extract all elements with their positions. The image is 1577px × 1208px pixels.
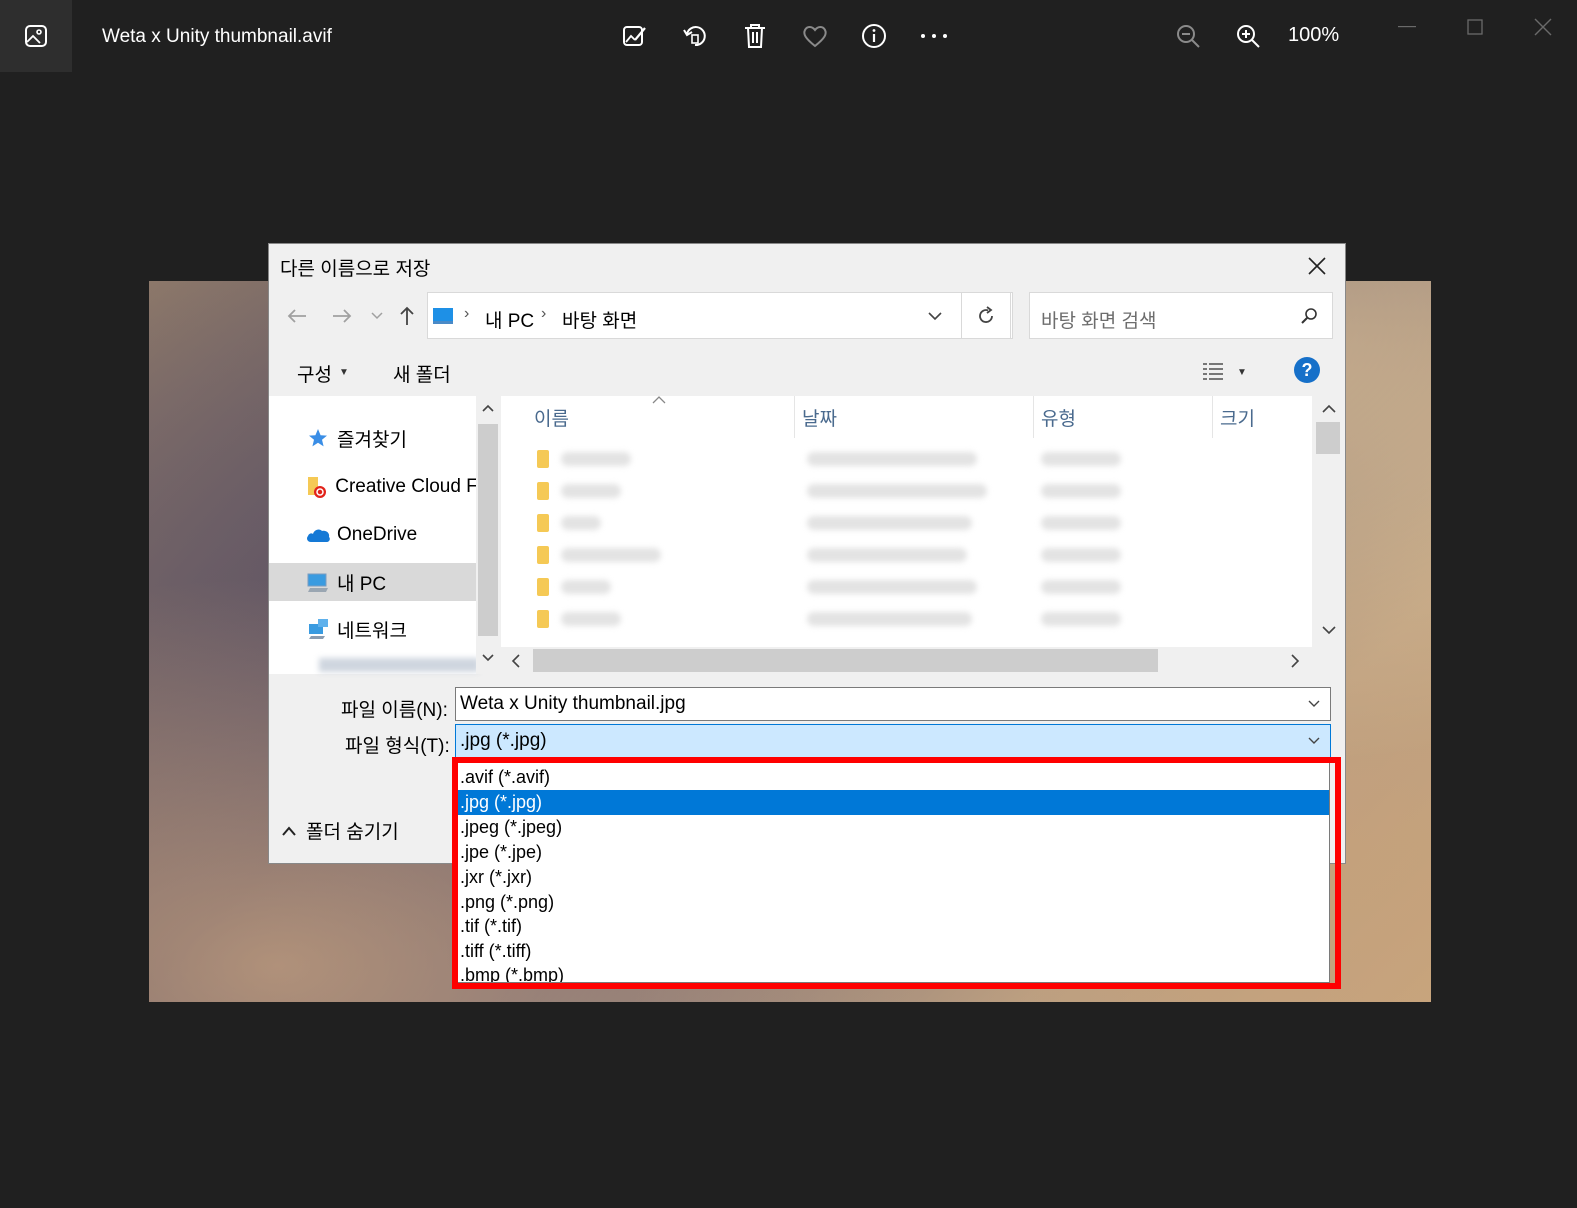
nav-item-network[interactable]: 네트워크 xyxy=(269,610,476,648)
scroll-thumb[interactable] xyxy=(533,649,1158,672)
column-header-size[interactable]: 크기 xyxy=(1220,404,1255,431)
dialog-title: 다른 이름으로 저장 xyxy=(280,259,431,280)
view-options-icon[interactable] xyxy=(1202,361,1224,381)
hide-folders-label: 폴더 숨기기 xyxy=(306,822,399,843)
folder-icon xyxy=(537,514,549,532)
nav-item-creative-cloud[interactable]: Creative Cloud Fil xyxy=(269,468,476,506)
more-options-icon[interactable] xyxy=(918,20,950,52)
folder-icon xyxy=(537,482,549,500)
nav-item-onedrive[interactable]: OneDrive xyxy=(269,516,476,554)
hide-folders-toggle[interactable]: 폴더 숨기기 xyxy=(281,817,399,844)
dialog-toolbar: 구성 ▼ 새 폴더 ▼ ? xyxy=(269,347,1345,395)
address-bar[interactable]: › 내 PC › 바탕 화면 xyxy=(427,292,1013,339)
refresh-icon xyxy=(979,305,993,323)
chevron-up-icon xyxy=(282,825,296,836)
organize-dropdown-icon: ▼ xyxy=(339,367,349,378)
chevron-down-icon[interactable] xyxy=(1308,737,1320,745)
search-placeholder: 바탕 화면 검색 xyxy=(1041,311,1157,332)
creative-cloud-folder-icon xyxy=(305,474,329,500)
photos-app-icon[interactable] xyxy=(0,0,72,72)
minimize-icon[interactable] xyxy=(1394,14,1420,40)
scroll-up-chevron-icon[interactable] xyxy=(482,404,494,412)
red-highlight-box xyxy=(452,757,1341,989)
zoom-level[interactable]: 100% xyxy=(1288,24,1339,47)
column-divider xyxy=(1212,396,1213,438)
file-title: Weta x Unity thumbnail.avif xyxy=(102,26,332,47)
info-icon[interactable] xyxy=(858,20,890,52)
maximize-icon[interactable] xyxy=(1462,14,1488,40)
dialog-close-icon[interactable] xyxy=(1303,252,1331,280)
forward-arrow-icon[interactable] xyxy=(328,302,356,330)
back-arrow-icon[interactable] xyxy=(283,302,311,330)
breadcrumb-separator-icon: › xyxy=(541,305,547,322)
star-icon xyxy=(305,425,331,451)
scroll-down-chevron-icon[interactable] xyxy=(1322,626,1336,635)
search-icon[interactable] xyxy=(1300,307,1318,325)
column-header-name[interactable]: 이름 xyxy=(534,404,569,431)
sort-ascending-icon xyxy=(652,396,666,404)
breadcrumb-separator-icon: › xyxy=(464,305,470,322)
view-dropdown-icon[interactable]: ▼ xyxy=(1237,367,1247,378)
nav-item-label: 내 PC xyxy=(337,573,387,595)
column-header-date[interactable]: 날짜 xyxy=(802,404,837,431)
recent-locations-chevron-icon[interactable] xyxy=(363,302,391,330)
filetype-value: .jpg (*.jpg) xyxy=(460,730,547,751)
filename-value: Weta x Unity thumbnail.jpg xyxy=(460,693,686,714)
scroll-up-chevron-icon[interactable] xyxy=(1322,404,1336,413)
column-header-type[interactable]: 유형 xyxy=(1041,404,1076,431)
nav-item-my-pc[interactable]: 내 PC xyxy=(269,563,476,601)
filename-label: 파일 이름(N): xyxy=(341,700,448,721)
folder-icon xyxy=(537,450,549,468)
folder-icon xyxy=(537,578,549,596)
scroll-thumb[interactable] xyxy=(1316,422,1340,454)
nav-item-label: 즐겨찾기 xyxy=(337,429,407,451)
image-icon xyxy=(25,25,47,47)
scroll-right-chevron-icon[interactable] xyxy=(1291,654,1300,668)
chevron-down-icon[interactable] xyxy=(1308,700,1320,708)
address-dropdown-chevron-icon[interactable] xyxy=(928,312,942,321)
nav-item-label: 네트워크 xyxy=(337,620,407,642)
edit-image-icon[interactable] xyxy=(619,20,651,52)
filename-input[interactable]: Weta x Unity thumbnail.jpg xyxy=(455,687,1331,721)
delete-icon[interactable] xyxy=(739,20,771,52)
filetype-label: 파일 형식(T): xyxy=(345,736,450,757)
nav-item-favorites[interactable]: 즐겨찾기 xyxy=(269,419,476,457)
navigation-scrollbar[interactable] xyxy=(476,396,500,674)
computer-icon xyxy=(305,569,331,595)
nav-item-label: OneDrive xyxy=(337,524,418,545)
nav-item-label: Creative Cloud Fil xyxy=(335,476,476,497)
scroll-left-chevron-icon[interactable] xyxy=(511,654,520,668)
rotate-icon[interactable] xyxy=(679,20,711,52)
onedrive-cloud-icon xyxy=(305,522,331,548)
column-divider xyxy=(1033,396,1034,438)
desktop-icon xyxy=(433,308,453,324)
column-divider xyxy=(794,396,795,438)
file-list-horizontal-scrollbar[interactable] xyxy=(501,647,1345,674)
blurred-nav-item xyxy=(319,658,479,672)
breadcrumb-desktop[interactable]: 바탕 화면 xyxy=(562,306,637,333)
organize-button[interactable]: 구성 xyxy=(297,360,332,387)
scroll-thumb[interactable] xyxy=(478,424,498,636)
scroll-down-chevron-icon[interactable] xyxy=(482,654,494,662)
zoom-out-icon[interactable] xyxy=(1172,20,1204,52)
zoom-in-icon[interactable] xyxy=(1232,20,1264,52)
refresh-button[interactable] xyxy=(961,292,1011,339)
breadcrumb-my-pc[interactable]: 내 PC xyxy=(485,306,534,333)
search-box[interactable]: 바탕 화면 검색 xyxy=(1029,292,1333,339)
folder-icon xyxy=(537,546,549,564)
new-folder-button[interactable]: 새 폴더 xyxy=(393,360,451,387)
network-icon xyxy=(305,616,331,642)
filetype-select[interactable]: .jpg (*.jpg) xyxy=(455,724,1331,758)
navigation-pane: 즐겨찾기 Creative Cloud Fil OneDrive 내 PC 네트… xyxy=(269,396,479,674)
folder-icon xyxy=(537,610,549,628)
up-arrow-icon[interactable] xyxy=(393,302,421,330)
close-window-icon[interactable] xyxy=(1530,14,1556,40)
file-list-vertical-scrollbar[interactable] xyxy=(1312,396,1345,647)
favorite-heart-icon[interactable] xyxy=(799,20,831,52)
help-icon[interactable]: ? xyxy=(1294,357,1320,383)
